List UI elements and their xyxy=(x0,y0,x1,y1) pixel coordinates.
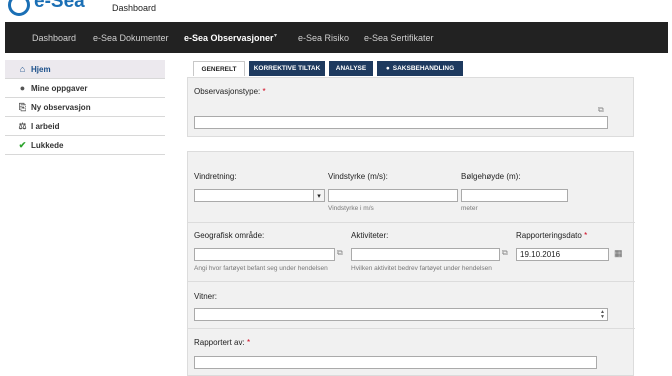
home-icon: ⌂ xyxy=(19,64,26,74)
tab-korrektive-tiltak[interactable]: KORREKTIVE TILTAK xyxy=(249,61,325,76)
sidebar-item-ny-observasjon[interactable]: ⎘ Ny observasjon xyxy=(5,98,165,117)
rapportert-av-label: Rapportert av: * xyxy=(194,338,251,347)
tab-analyse[interactable]: ANALYSE xyxy=(329,61,373,76)
aktiviteter-label: Aktiviteter: xyxy=(351,231,389,240)
vitner-input[interactable]: ▲ ▼ xyxy=(194,308,608,321)
vitner-label: Vitner: xyxy=(194,292,217,301)
sidebar-item-hjem[interactable]: ⌂ Hjem xyxy=(5,60,165,79)
link-icon[interactable]: ⧉ xyxy=(502,248,508,258)
tab-label: SAKSBEHANDLING xyxy=(392,65,455,72)
rapporteringsdato-input[interactable]: 19.10.2016 xyxy=(516,248,609,261)
header: e-Sea Dashboard xyxy=(0,0,672,22)
sidebar-item-label: Mine oppgaver xyxy=(31,83,88,93)
observasjonstype-input[interactable] xyxy=(194,116,608,129)
rapporteringsdato-label: Rapporteringsdato * xyxy=(516,231,588,240)
aktiviteter-hint: Hvilken aktivitet bedrev fartøyet under … xyxy=(351,265,492,272)
vindretning-label: Vindretning: xyxy=(194,172,237,181)
sidebar-item-label: I arbeid xyxy=(31,121,60,131)
sidebar-item-label: Ny observasjon xyxy=(31,102,91,112)
observasjonstype-label: Observasjonstype: * xyxy=(194,87,266,96)
geografisk-label: Geografisk område: xyxy=(194,231,265,240)
link-icon[interactable]: ⧉ xyxy=(337,248,343,258)
observation-form-panel: Vindretning: ▾ Vindstyrke (m/s): Vindsty… xyxy=(187,151,635,376)
nav-item-risiko[interactable]: e-Sea Risiko xyxy=(298,33,349,43)
geografisk-hint: Angi hvor fartøyet befant seg under hend… xyxy=(194,265,328,272)
logo[interactable]: e-Sea xyxy=(34,0,85,13)
bolgehoyde-hint: meter xyxy=(461,205,478,212)
sidebar-item-label: Hjem xyxy=(31,64,51,74)
sidebar-item-i-arbeid[interactable]: ⚖ I arbeid xyxy=(5,117,165,136)
divider xyxy=(188,328,635,329)
main-navbar: Dashboard e-Sea Dokumenter e-Sea Observa… xyxy=(5,22,668,53)
nav-item-observasjoner[interactable]: e-Sea Observasjoner xyxy=(184,33,274,43)
geografisk-input[interactable] xyxy=(194,248,335,261)
chevron-down-icon[interactable]: ▾ xyxy=(313,190,324,201)
observasjonstype-panel: Observasjonstype: * ⧉ xyxy=(187,77,634,137)
nav-item-sertifikater[interactable]: e-Sea Sertifikater xyxy=(364,33,434,43)
bolgehoyde-input[interactable] xyxy=(461,189,568,202)
new-document-icon: ⎘ xyxy=(18,101,27,112)
sidebar: ⌂ Hjem ● Mine oppgaver ⎘ Ny observasjon … xyxy=(5,60,165,155)
calendar-icon[interactable]: ▦ xyxy=(614,248,623,259)
speech-bubble-icon: ● xyxy=(385,65,390,72)
sidebar-item-mine-oppgaver[interactable]: ● Mine oppgaver xyxy=(5,79,165,98)
rapportert-av-input[interactable] xyxy=(194,356,597,369)
chevron-down-icon[interactable]: ▾ xyxy=(274,32,277,39)
sidebar-item-label: Lukkede xyxy=(31,140,64,150)
sidebar-item-lukkede[interactable]: ✔ Lukkede xyxy=(5,136,165,155)
tab-generelt[interactable]: GENERELT xyxy=(193,61,245,76)
page-subtitle: Dashboard xyxy=(112,3,157,13)
nav-item-dashboard[interactable]: Dashboard xyxy=(32,33,76,43)
divider xyxy=(188,281,635,282)
spinner-icon[interactable]: ▲ ▼ xyxy=(600,310,605,320)
checkmark-icon: ✔ xyxy=(18,139,27,150)
vindstyrke-hint: Vindstyrke i m/s xyxy=(328,205,374,212)
nav-item-dokumenter[interactable]: e-Sea Dokumenter xyxy=(93,33,169,43)
divider xyxy=(188,222,635,223)
link-icon[interactable]: ⧉ xyxy=(598,105,604,115)
tab-saksbehandling[interactable]: ● SAKSBEHANDLING xyxy=(377,61,463,76)
vindstyrke-label: Vindstyrke (m/s): xyxy=(328,172,388,181)
vindretning-select[interactable]: ▾ xyxy=(194,189,325,202)
vindstyrke-input[interactable] xyxy=(328,189,458,202)
speech-bubble-icon: ● xyxy=(19,83,26,93)
bolgehoyde-label: Bølgehøyde (m): xyxy=(461,172,521,181)
aktiviteter-input[interactable] xyxy=(351,248,500,261)
scale-icon: ⚖ xyxy=(18,120,27,131)
logo-icon xyxy=(8,0,30,16)
